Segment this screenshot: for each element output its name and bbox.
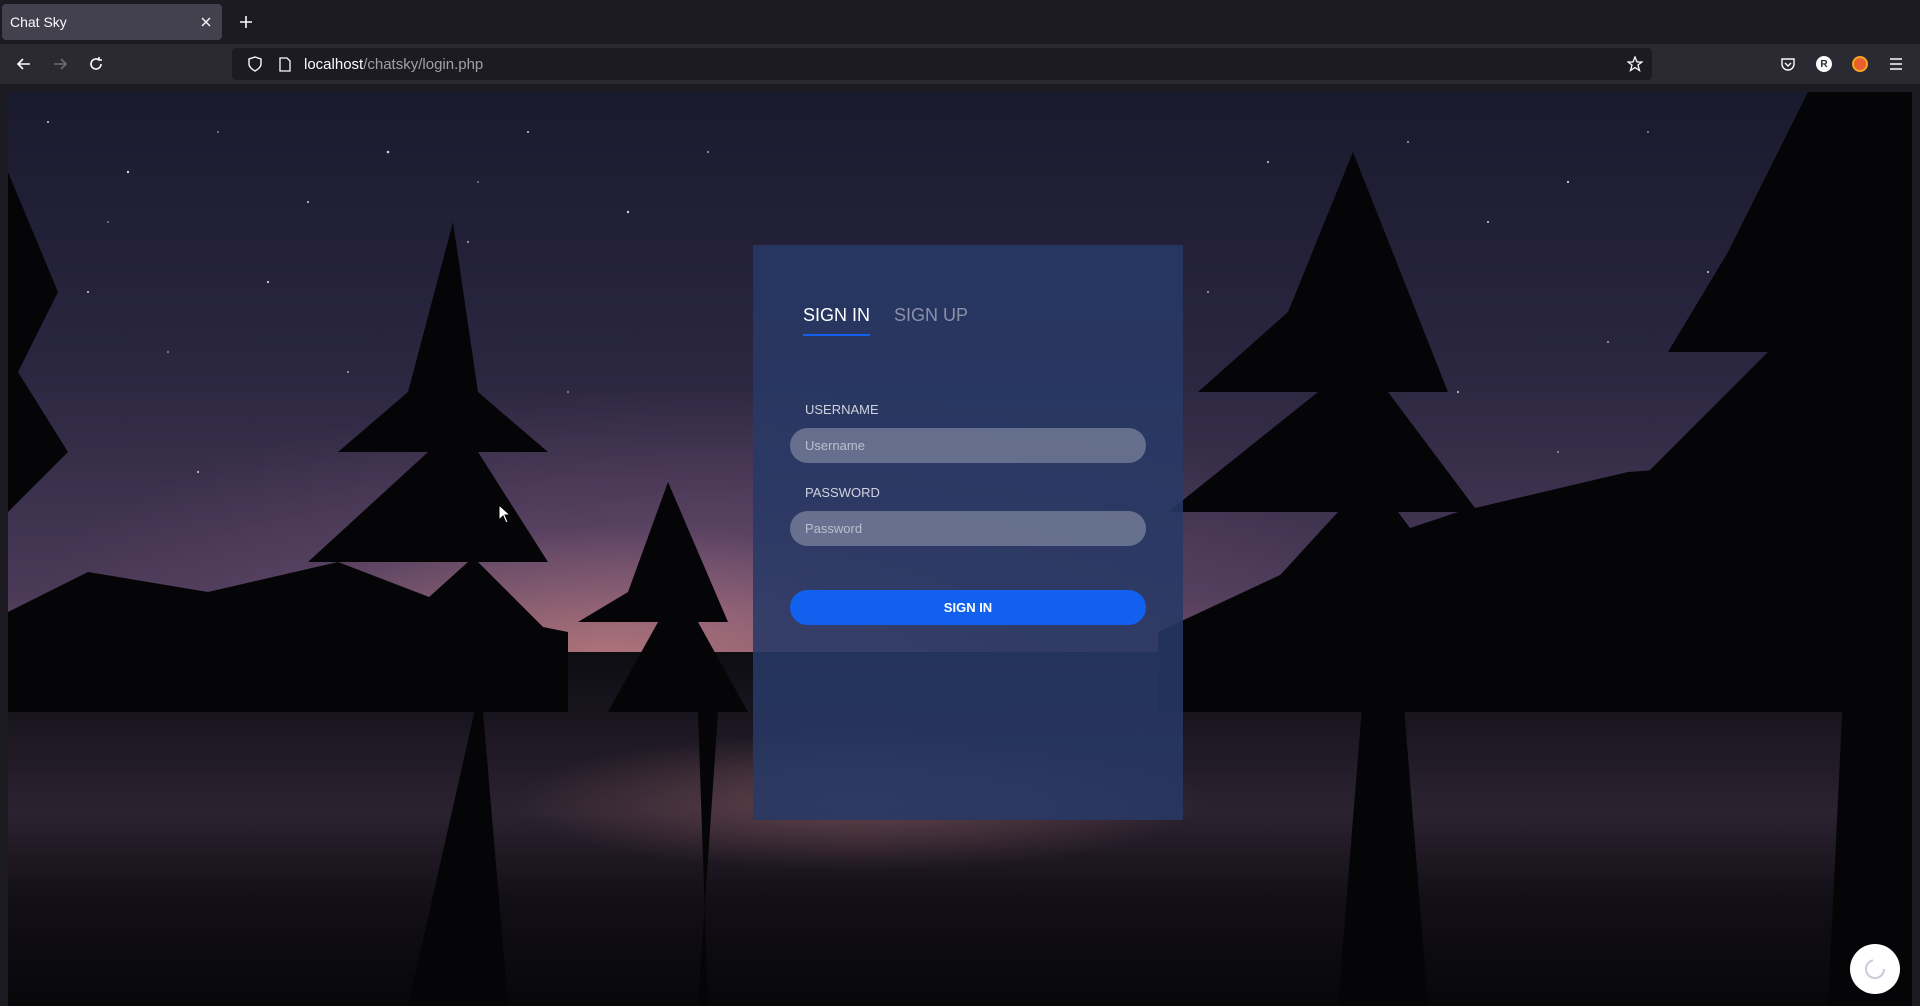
chat-widget-button[interactable] bbox=[1850, 944, 1900, 994]
loading-icon bbox=[1865, 959, 1885, 979]
username-label: USERNAME bbox=[805, 402, 879, 417]
back-button[interactable] bbox=[10, 50, 38, 78]
extension-button[interactable] bbox=[1846, 50, 1874, 78]
navigation-toolbar: localhost/chatsky/login.php R bbox=[0, 44, 1920, 84]
back-icon bbox=[16, 58, 30, 70]
tab-title: Chat Sky bbox=[10, 14, 67, 30]
extension-icon bbox=[1852, 56, 1868, 72]
tab-strip: Chat Sky bbox=[0, 0, 1920, 44]
page-icon[interactable] bbox=[274, 53, 296, 75]
menu-icon bbox=[1890, 58, 1902, 70]
close-icon[interactable] bbox=[198, 14, 214, 30]
shield-icon[interactable] bbox=[244, 53, 266, 75]
star-icon[interactable] bbox=[1624, 53, 1646, 75]
new-tab-button[interactable] bbox=[234, 10, 258, 34]
forward-icon bbox=[54, 58, 68, 70]
auth-tabs: SIGN IN SIGN UP bbox=[803, 305, 968, 336]
plus-icon bbox=[240, 16, 252, 28]
account-button[interactable]: R bbox=[1810, 50, 1838, 78]
tab-sign-up[interactable]: SIGN UP bbox=[894, 305, 968, 336]
login-card: SIGN IN SIGN UP USERNAME PASSWORD SIGN I… bbox=[753, 245, 1183, 820]
pocket-icon bbox=[1781, 57, 1795, 71]
menu-button[interactable] bbox=[1882, 50, 1910, 78]
username-input[interactable] bbox=[790, 428, 1146, 463]
url-path: /chatsky/login.php bbox=[363, 55, 484, 73]
reload-icon bbox=[90, 57, 102, 70]
account-initial: R bbox=[1820, 58, 1828, 70]
page-background: SIGN IN SIGN UP USERNAME PASSWORD SIGN I… bbox=[8, 92, 1912, 1006]
mouse-cursor-icon bbox=[498, 504, 512, 524]
tab-sign-in[interactable]: SIGN IN bbox=[803, 305, 871, 336]
url-host: localhost bbox=[304, 55, 364, 73]
forward-button[interactable] bbox=[46, 50, 74, 78]
password-label: PASSWORD bbox=[805, 485, 880, 500]
account-icon: R bbox=[1816, 56, 1832, 72]
sign-in-button[interactable]: SIGN IN bbox=[790, 590, 1146, 625]
browser-tab[interactable]: Chat Sky bbox=[2, 4, 222, 40]
url-bar[interactable]: localhost/chatsky/login.php bbox=[232, 48, 1652, 80]
reload-button[interactable] bbox=[82, 50, 110, 78]
password-input[interactable] bbox=[790, 511, 1146, 546]
pocket-button[interactable] bbox=[1774, 50, 1802, 78]
